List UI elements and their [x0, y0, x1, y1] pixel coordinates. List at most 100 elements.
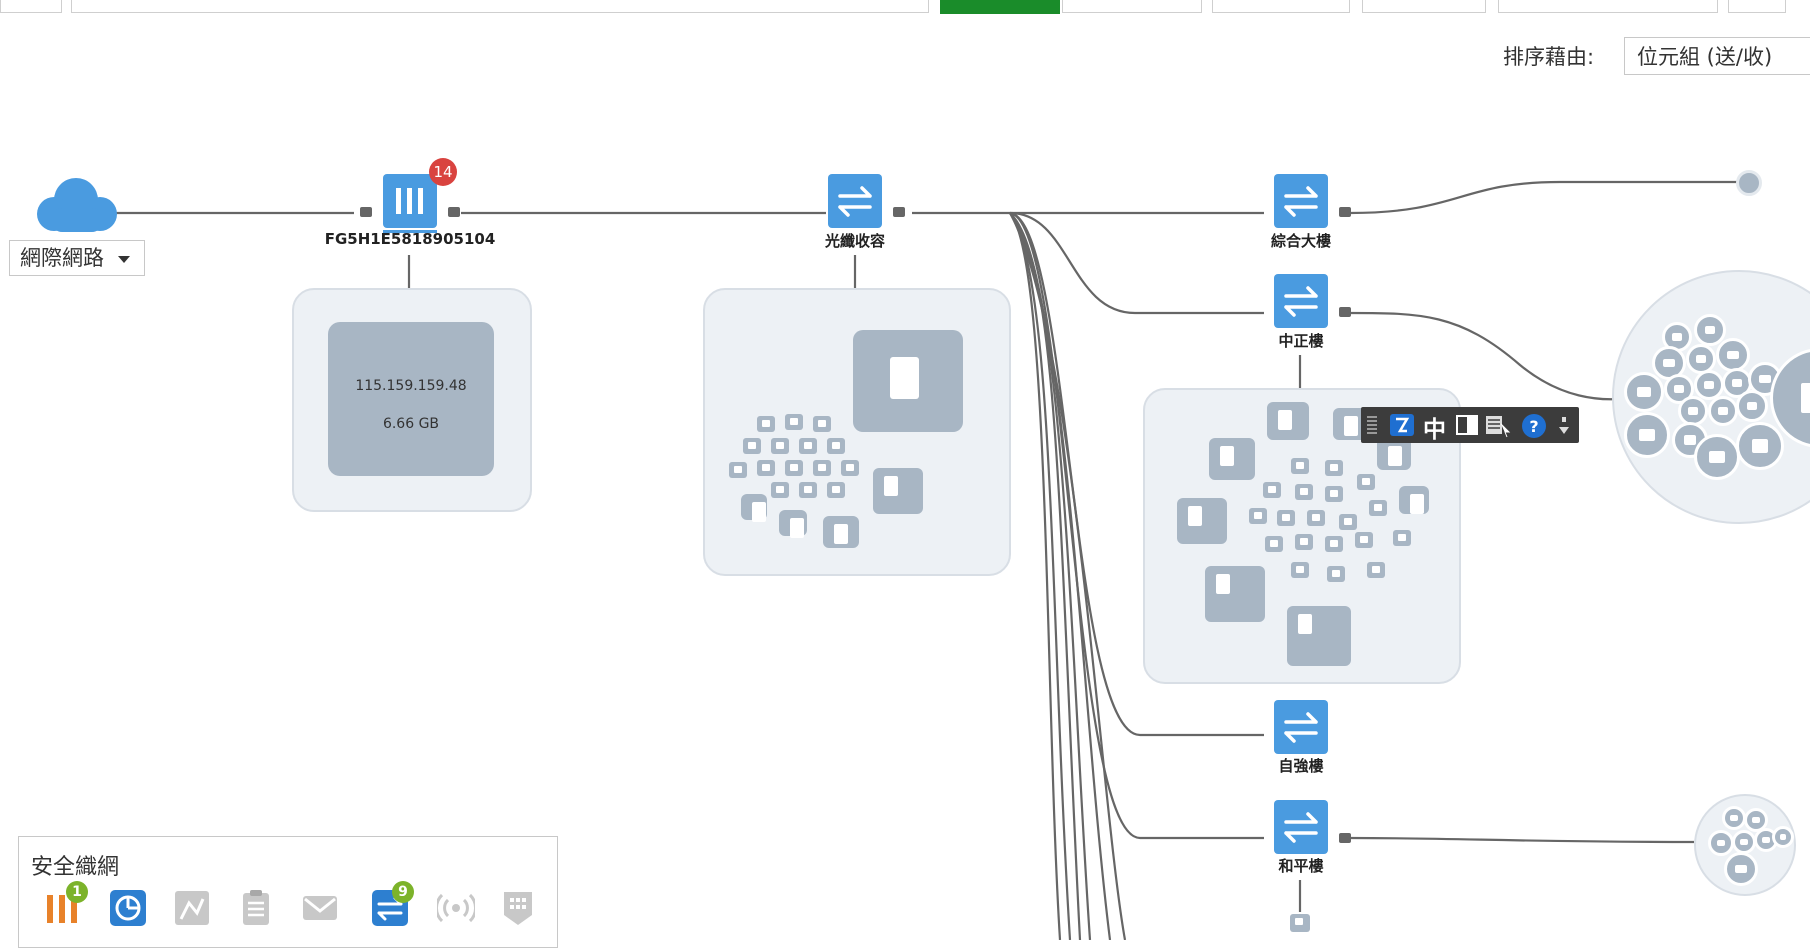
- device-icon[interactable]: [741, 494, 767, 522]
- device-bubble[interactable]: [1716, 338, 1750, 372]
- device-icon[interactable]: [813, 460, 831, 476]
- device-icon[interactable]: [1355, 532, 1373, 548]
- switch-node-building2[interactable]: [1274, 274, 1328, 328]
- device-bubble[interactable]: [1724, 852, 1758, 886]
- switch-icon: [1284, 712, 1318, 743]
- device-ip: 115.159.159.48: [355, 378, 467, 394]
- device-icon[interactable]: [1209, 438, 1255, 480]
- device-icon[interactable]: [757, 416, 775, 432]
- device-icon[interactable]: [1327, 566, 1345, 582]
- device-icon[interactable]: [785, 460, 803, 476]
- device-bubble[interactable]: [1736, 390, 1768, 422]
- switch-node-building4[interactable]: [1274, 800, 1328, 854]
- device-icon[interactable]: [1325, 536, 1343, 552]
- device-icon[interactable]: [785, 414, 803, 430]
- device-icon[interactable]: [799, 482, 817, 498]
- ime-mode-label[interactable]: 中: [1423, 410, 1446, 444]
- device-icon[interactable]: [1369, 500, 1387, 516]
- device-icon[interactable]: [1277, 510, 1295, 526]
- device-icon[interactable]: [779, 510, 807, 538]
- fortigate-name: FG5H1E5818905104: [324, 230, 496, 248]
- device-bubble[interactable]: [1708, 830, 1734, 856]
- device-icon[interactable]: [1325, 486, 1343, 502]
- device-icon[interactable]: [841, 460, 859, 476]
- ime-toolbar[interactable]: 中 ?: [1361, 407, 1579, 443]
- device-icon[interactable]: [823, 516, 859, 548]
- device-icon[interactable]: [1267, 402, 1309, 440]
- device-icon[interactable]: [1265, 536, 1283, 552]
- internet-dropdown[interactable]: 網際網路: [9, 240, 145, 276]
- device-icon[interactable]: [1291, 458, 1309, 474]
- device-bubble[interactable]: [1736, 422, 1784, 470]
- device-icon[interactable]: [799, 438, 817, 454]
- options-icon[interactable]: [1557, 415, 1571, 437]
- device-bubble[interactable]: [1624, 412, 1670, 458]
- device-icon[interactable]: [1399, 486, 1429, 514]
- device-icon[interactable]: [1367, 562, 1385, 578]
- device-icon[interactable]: [827, 482, 845, 498]
- switch-icon: [1284, 812, 1318, 843]
- switch-icon: [838, 186, 872, 217]
- switch-node-building1[interactable]: [1274, 174, 1328, 228]
- server-device[interactable]: [853, 330, 963, 432]
- device-bubble[interactable]: [1732, 830, 1756, 854]
- device-bubble[interactable]: [1624, 372, 1664, 412]
- device-icon[interactable]: [1291, 562, 1309, 578]
- firewall-device[interactable]: 115.159.159.48 6.66 GB: [328, 322, 494, 476]
- port-icon: [1339, 307, 1351, 317]
- device-bubble[interactable]: [1772, 826, 1794, 848]
- port-icon: [893, 207, 905, 217]
- device-icon[interactable]: [1290, 914, 1310, 932]
- sandbox-icon[interactable]: [173, 889, 211, 927]
- device-icon[interactable]: [729, 462, 747, 478]
- device-icon[interactable]: [757, 460, 775, 476]
- device-icon[interactable]: [1205, 566, 1265, 622]
- ime-input-icon[interactable]: [1389, 413, 1415, 437]
- extender-icon[interactable]: [499, 889, 537, 927]
- security-fabric-title: 安全織網: [31, 855, 120, 880]
- device-icon[interactable]: [1295, 484, 1313, 500]
- help-icon[interactable]: ?: [1521, 413, 1547, 439]
- device-icon[interactable]: [771, 438, 789, 454]
- device-icon[interactable]: [1307, 510, 1325, 526]
- device-icon[interactable]: [1249, 508, 1267, 524]
- fortigate-node[interactable]: [383, 174, 437, 228]
- mail-icon[interactable]: [301, 889, 339, 927]
- switch-label-building4: 和平樓: [1278, 857, 1324, 875]
- drag-handle-icon[interactable]: [1367, 416, 1377, 434]
- device-icon[interactable]: [1357, 474, 1375, 490]
- port-icon: [1339, 833, 1351, 843]
- server-device[interactable]: [873, 468, 923, 514]
- device-usage: 6.66 GB: [382, 416, 440, 432]
- device-icon[interactable]: [1287, 606, 1351, 666]
- endpoint-node[interactable]: [1736, 170, 1762, 196]
- device-icon[interactable]: [1295, 534, 1313, 550]
- device-bubble[interactable]: [1722, 806, 1746, 830]
- device-icon[interactable]: [827, 438, 845, 454]
- firewall-device-panel: 115.159.159.48 6.66 GB: [292, 288, 532, 512]
- device-icon[interactable]: [1393, 530, 1411, 546]
- switch-node-building3[interactable]: [1274, 700, 1328, 754]
- switch-node-fiber[interactable]: [828, 174, 882, 228]
- wireless-ap-icon[interactable]: [437, 889, 475, 927]
- switch-label-building3: 自強樓: [1278, 757, 1324, 775]
- port-icon: [360, 207, 372, 217]
- device-icon[interactable]: [1263, 482, 1281, 498]
- device-icon[interactable]: [813, 416, 831, 432]
- device-bubble[interactable]: [1708, 396, 1738, 426]
- device-cluster-building4[interactable]: [1694, 794, 1796, 896]
- device-icon[interactable]: [1177, 498, 1227, 544]
- switch-icon: [1284, 186, 1318, 217]
- device-icon[interactable]: [1325, 460, 1343, 476]
- half-width-icon[interactable]: [1455, 414, 1479, 436]
- clipboard-icon[interactable]: [237, 889, 275, 927]
- chevron-down-icon: [118, 256, 130, 263]
- device-icon[interactable]: [771, 482, 789, 498]
- device-bubble[interactable]: [1694, 434, 1740, 480]
- cloud-icon[interactable]: [34, 176, 120, 236]
- device-icon[interactable]: [1339, 514, 1357, 530]
- ime-pad-icon[interactable]: [1485, 414, 1513, 438]
- alert-badge[interactable]: 14: [429, 158, 457, 186]
- device-icon[interactable]: [743, 438, 761, 454]
- analyzer-icon[interactable]: [109, 889, 147, 927]
